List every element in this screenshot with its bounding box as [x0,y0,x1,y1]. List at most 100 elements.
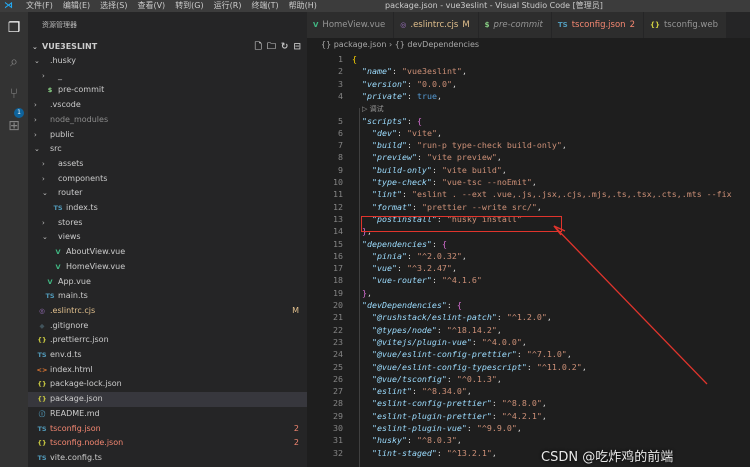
tree-item[interactable]: {} .prettierrc.json [28,333,307,348]
refresh-icon[interactable]: ↻ [281,40,289,54]
code-token: "@vue/tsconfig" [371,373,447,384]
editor-tab[interactable]: TS tsconfig.json 2 [551,12,644,38]
tree-item[interactable]: ◎ .eslintrc.cjs M [28,304,307,319]
tree-item-label: public [50,129,75,139]
line-number: 26 [333,373,343,384]
activity-bar: ❐ ⌕ ⑂ 1 ⊞ [0,12,28,467]
file-type-icon: {} [649,21,660,29]
code-line: "dev": "vite", [352,127,442,139]
code-token: : [471,336,482,347]
editor-tab[interactable]: V HomeView.vue [307,12,395,38]
menu-run[interactable]: 运行(R) [214,0,242,12]
file-type-icon: ◆ [39,321,45,330]
chevron-down-icon: ⌄ [34,57,40,65]
menu-selection[interactable]: 选择(S) [100,0,127,12]
tree-item[interactable]: TS tsconfig.json 2 [28,422,307,437]
editor-tab[interactable]: $ pre-commit [478,12,552,38]
source-control-icon[interactable]: ⑂ [4,84,24,104]
tree-item[interactable]: <> index.html [28,363,307,378]
tree-item[interactable]: › stores [28,216,307,231]
breadcrumb-file[interactable]: {} package.json [321,40,386,49]
code-token: : [431,238,442,249]
code-token: , [436,90,442,101]
menu-terminal[interactable]: 终端(T) [251,0,278,12]
tree-item-label: tsconfig.json [50,423,101,433]
tree-item[interactable]: › node_modules [28,113,307,128]
git-status-badge: 2 [293,438,299,448]
menu-view[interactable]: 查看(V) [137,0,165,12]
menu-help[interactable]: 帮助(H) [289,0,317,12]
code-token: "dev" [371,127,397,138]
chevron-right-icon: › [34,130,37,139]
code-token: "0.0.0" [416,78,452,89]
code-token: : [496,312,507,323]
explorer-icon[interactable]: ❐ [4,18,24,38]
breadcrumb-symbol[interactable]: {} devDependencies [395,40,479,49]
tree-item[interactable]: ⌄ .husky [28,54,307,69]
tree-item[interactable]: › assets [28,157,307,172]
tree-item[interactable]: › public [28,128,307,143]
line-number [307,102,343,114]
tree-item[interactable]: {} tsconfig.node.json 2 [28,436,307,451]
search-icon[interactable]: ⌕ [4,52,24,72]
code-line: "@vue/tsconfig": "^0.1.3", [352,373,502,385]
tree-item-label: tsconfig.node.json [50,438,124,448]
menu-goto[interactable]: 转到(G) [175,0,203,12]
tree-item[interactable]: ⌄ views [28,230,307,245]
git-status-badge: 2 [293,423,299,433]
code-line: "@vue/eslint-config-typescript": "^11.0.… [352,361,587,373]
code-token: : [431,177,442,187]
tree-item[interactable]: ⌄ router [28,186,307,201]
extensions-icon[interactable]: ⊞ [4,116,24,136]
new-file-icon[interactable]: 🗋 [255,40,262,54]
tree-item[interactable]: TS vite.config.ts [28,451,307,466]
tree-item[interactable]: › .vscode [28,98,307,113]
code-line: "format": "prettier --write src/", [352,201,542,213]
tree-item[interactable]: TS main.ts [28,289,307,304]
tree-item[interactable]: V HomeView.vue [28,260,307,275]
code-editor[interactable]: 1 {2 "name": "vue3eslint", 3 "version": "0… [307,53,750,467]
tree-item[interactable]: TS index.ts [28,201,307,216]
line-number: 13 [333,213,343,224]
tree-item[interactable]: ⌄ src [28,142,307,157]
tree-item[interactable]: ⓘ README.md [28,407,307,422]
code-token: , [491,447,497,458]
code-line: "@rushstack/eslint-patch": "^1.2.0", [352,311,552,323]
tree-item[interactable]: V App.vue [28,275,307,290]
tree-item[interactable]: › components [28,172,307,187]
editor-tab[interactable]: {} tsconfig.web [643,12,728,38]
file-type-icon: TS [45,292,55,301]
code-token: "lint-staged" [371,447,437,458]
code-token: , [501,164,507,175]
editor-tab[interactable]: ◎ .eslintrc.cjs M [394,12,479,38]
tree-item[interactable]: $ pre-commit [28,83,307,98]
code-line: "@vue/eslint-config-prettier": "^7.1.0", [352,348,572,360]
debug-code-lens[interactable]: ▷ 调试 [362,105,384,113]
code-token: : [406,140,417,151]
window-title: package.json - vue3eslint - Visual Studi… [385,1,603,10]
tree-item[interactable]: V AboutView.vue [28,245,307,260]
file-type-icon: {} [37,395,47,404]
tab-label: HomeView.vue [322,20,386,30]
collapse-all-icon[interactable]: ⊟ [293,40,301,54]
code-line: "@types/node": "^18.14.2", [352,324,502,336]
tree-item[interactable]: TS env.d.ts [28,348,307,363]
chevron-right-icon: › [34,101,37,110]
chevron-right-icon: › [42,71,45,80]
tree-item[interactable]: {} package.json [28,392,307,407]
folder-header[interactable]: ⌄ VUE3ESLINT 🗋 🗀 ↻ ⊟ [28,40,307,54]
tree-item[interactable]: ◆ .gitignore [28,319,307,334]
tree-item[interactable]: › _ [28,69,307,84]
menu-edit[interactable]: 编辑(E) [63,0,90,12]
menu-file[interactable]: 文件(F) [26,0,53,12]
new-folder-icon[interactable]: 🗀 [267,40,276,54]
explorer-sidebar: 资源管理器 ⌄ VUE3ESLINT 🗋 🗀 ↻ ⊟ ⌄ .husky › _ $ pre… [28,12,307,467]
chevron-down-icon: ⌄ [34,145,40,154]
tree-item[interactable]: {} package-lock.json [28,377,307,392]
code-lens[interactable]: ▷ 调试 [352,102,384,114]
